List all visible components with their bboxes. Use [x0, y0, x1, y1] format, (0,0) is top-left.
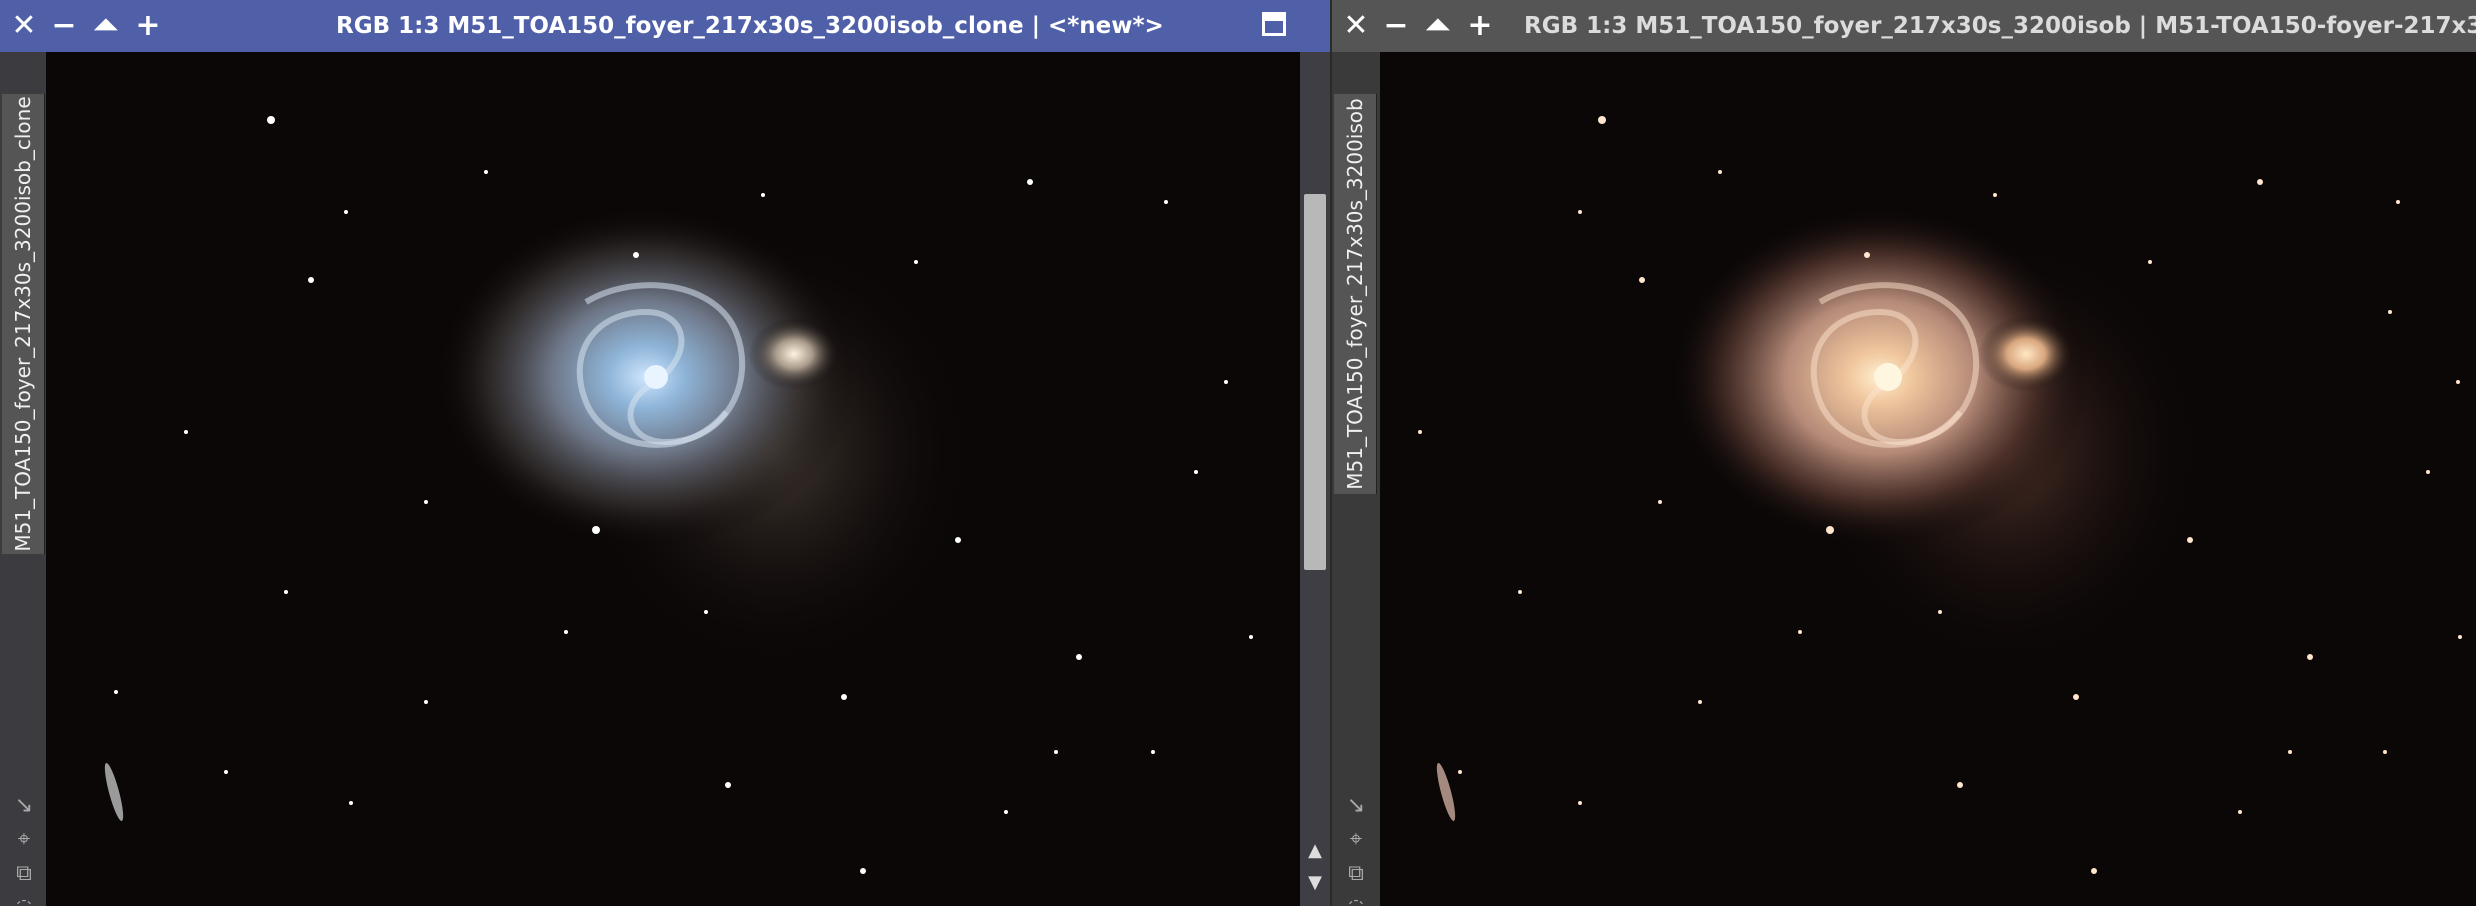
- image-canvas[interactable]: [1380, 52, 2476, 906]
- window-title: RGB 1:3 M51_TOA150_foyer_217x30s_3200iso…: [1524, 13, 2476, 39]
- fit-view-icon[interactable]: ⌖: [10, 826, 38, 854]
- view-id-tab[interactable]: M51_TOA150_foyer_217x30s_3200isob: [1334, 94, 1377, 494]
- scrollbar-thumb[interactable]: [1304, 194, 1326, 570]
- clone-icon[interactable]: ⧉: [1342, 860, 1370, 888]
- image-window-clone[interactable]: ✕ − ⏶ + RGB 1:3 M51_TOA150_foyer_217x30s…: [0, 0, 1330, 906]
- view-id-tab[interactable]: M51_TOA150_foyer_217x30s_3200isob_clone: [2, 94, 45, 554]
- restore-icon[interactable]: [1262, 12, 1286, 36]
- shade-icon[interactable]: ⏶: [88, 6, 124, 46]
- mask-icon[interactable]: ◌: [1342, 894, 1370, 906]
- image-window-original[interactable]: ✕ − ⏶ + RGB 1:3 M51_TOA150_foyer_217x30s…: [1332, 0, 2476, 906]
- maximize-icon[interactable]: +: [130, 6, 166, 46]
- scroll-down-icon[interactable]: ▼: [1304, 872, 1326, 894]
- close-icon[interactable]: ✕: [1338, 6, 1374, 46]
- fit-view-icon[interactable]: ⌖: [1342, 826, 1370, 854]
- close-icon[interactable]: ✕: [6, 6, 42, 46]
- clone-icon[interactable]: ⧉: [10, 860, 38, 888]
- vertical-scrollbar[interactable]: ▲ ▼: [1300, 52, 1330, 906]
- shade-icon[interactable]: ⏶: [1420, 6, 1456, 46]
- maximize-icon[interactable]: +: [1462, 6, 1498, 46]
- minimize-icon[interactable]: −: [1378, 6, 1414, 46]
- view-id-label: M51_TOA150_foyer_217x30s_3200isob: [1343, 98, 1367, 490]
- view-id-label: M51_TOA150_foyer_217x30s_3200isob_clone: [11, 96, 35, 552]
- scroll-up-icon[interactable]: ▲: [1304, 840, 1326, 862]
- zoom-to-fit-icon[interactable]: ↘: [10, 792, 38, 820]
- mask-icon[interactable]: ◌: [10, 894, 38, 906]
- m51-image-original: [1380, 52, 2476, 906]
- window-titlebar[interactable]: ✕ − ⏶ + RGB 1:3 M51_TOA150_foyer_217x30s…: [1332, 0, 2476, 52]
- image-canvas[interactable]: [46, 52, 1300, 906]
- window-titlebar[interactable]: ✕ − ⏶ + RGB 1:3 M51_TOA150_foyer_217x30s…: [0, 0, 1330, 52]
- zoom-to-fit-icon[interactable]: ↘: [1342, 792, 1370, 820]
- window-title: RGB 1:3 M51_TOA150_foyer_217x30s_3200iso…: [336, 13, 1164, 39]
- m51-image-clone: [46, 52, 1300, 906]
- minimize-icon[interactable]: −: [46, 6, 82, 46]
